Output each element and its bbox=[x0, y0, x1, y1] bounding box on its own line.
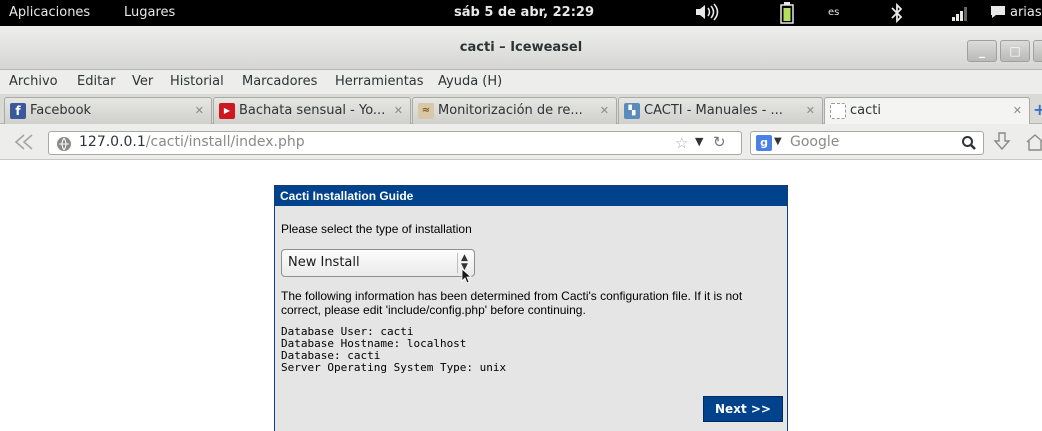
search-bar[interactable]: g ▼ Google bbox=[750, 131, 984, 155]
url-dropdown-icon[interactable]: ▼ bbox=[695, 135, 703, 148]
search-input[interactable]: Google bbox=[790, 134, 839, 150]
tab-close-icon[interactable]: ✕ bbox=[806, 104, 815, 117]
tab-facebook[interactable]: f Facebook ✕ bbox=[4, 97, 212, 124]
install-type-value: New Install bbox=[288, 255, 360, 270]
tab-bar: f Facebook ✕ ▶ Bachata sensual - Yo... ✕… bbox=[0, 94, 1042, 125]
menu-historial[interactable]: Historial bbox=[170, 74, 224, 89]
applications-menu[interactable]: Aplicaciones bbox=[9, 5, 90, 20]
chat-icon[interactable] bbox=[990, 5, 1006, 23]
close-button[interactable]: × bbox=[1033, 40, 1042, 62]
config-info-line-1: The following information has been deter… bbox=[281, 289, 743, 303]
engine-dropdown-icon[interactable]: ▼ bbox=[774, 136, 782, 147]
navigation-bar: 127.0.0.1/cacti/install/index.php ☆ ▼ ↻ … bbox=[0, 124, 1042, 160]
bluetooth-icon[interactable] bbox=[890, 2, 904, 28]
menu-ver[interactable]: Ver bbox=[132, 74, 153, 89]
maximize-button[interactable]: □ bbox=[1000, 40, 1030, 62]
cacti-favicon-icon: ▚ bbox=[624, 103, 640, 119]
network-icon[interactable] bbox=[952, 7, 968, 25]
tab-close-icon[interactable]: ✕ bbox=[195, 104, 204, 117]
tab-cacti-manuales[interactable]: ▚ CACTI - Manuales - ... ✕ bbox=[618, 97, 823, 124]
install-panel-header: Cacti Installation Guide bbox=[275, 186, 787, 206]
search-icon[interactable] bbox=[961, 135, 977, 155]
back-icon[interactable] bbox=[14, 133, 36, 155]
url-text[interactable]: 127.0.0.1/cacti/install/index.php bbox=[79, 134, 305, 150]
keyboard-layout[interactable]: es bbox=[828, 7, 839, 18]
tab-monitorizacion[interactable]: ≈ Monitorización de re... ✕ bbox=[412, 97, 617, 124]
menu-bar: Archivo Editar Ver Historial Marcadores … bbox=[0, 70, 1042, 94]
google-engine-icon[interactable]: g bbox=[756, 135, 772, 151]
window-title-bar[interactable]: cacti – Iceweasel _ □ × bbox=[0, 26, 1042, 70]
config-info-line-2: correct, please edit 'include/config.php… bbox=[281, 303, 586, 317]
install-prompt: Please select the type of installation bbox=[281, 222, 472, 236]
menu-editar[interactable]: Editar bbox=[77, 74, 116, 89]
clock[interactable]: sáb 5 de abr, 22:29 bbox=[454, 5, 594, 20]
install-type-select[interactable]: New Install ▲ ▼ bbox=[281, 249, 475, 277]
mouse-cursor-icon bbox=[461, 268, 473, 288]
site-identity-icon[interactable] bbox=[56, 136, 72, 156]
download-icon[interactable] bbox=[993, 132, 1011, 156]
new-tab-button[interactable]: + bbox=[1033, 100, 1042, 119]
url-bar[interactable]: 127.0.0.1/cacti/install/index.php ☆ ▼ ↻ bbox=[48, 131, 742, 155]
install-panel: Cacti Installation Guide Please select t… bbox=[274, 185, 788, 431]
facebook-icon: f bbox=[10, 103, 26, 119]
menu-marcadores[interactable]: Marcadores bbox=[242, 74, 317, 89]
system-top-bar: Aplicaciones Lugares sáb 5 de abr, 22:29… bbox=[0, 0, 1042, 26]
server-os-type: Server Operating System Type: unix bbox=[281, 361, 507, 374]
volume-icon[interactable] bbox=[694, 3, 720, 25]
home-icon[interactable] bbox=[1025, 132, 1042, 156]
menu-archivo[interactable]: Archivo bbox=[9, 74, 58, 89]
next-button[interactable]: Next >> bbox=[703, 396, 783, 422]
minimize-button[interactable]: _ bbox=[967, 40, 997, 62]
bookmark-star-icon[interactable]: ☆ bbox=[675, 134, 688, 152]
user-menu[interactable]: arias bbox=[1010, 5, 1042, 20]
window-title: cacti – Iceweasel bbox=[459, 40, 583, 55]
site-favicon-icon: ≈ bbox=[418, 103, 434, 119]
menu-ayuda[interactable]: Ayuda (H) bbox=[438, 74, 502, 89]
blank-page-icon bbox=[830, 103, 846, 119]
reload-icon[interactable]: ↻ bbox=[713, 133, 726, 151]
tab-close-icon[interactable]: ✕ bbox=[394, 104, 403, 117]
menu-herramientas[interactable]: Herramientas bbox=[335, 74, 424, 89]
tab-close-icon[interactable]: ✕ bbox=[600, 104, 609, 117]
youtube-icon: ▶ bbox=[219, 103, 235, 119]
tab-bachata[interactable]: ▶ Bachata sensual - Yo... ✕ bbox=[213, 97, 411, 124]
tab-close-icon[interactable]: ✕ bbox=[1013, 104, 1022, 117]
places-menu[interactable]: Lugares bbox=[124, 5, 175, 20]
tab-cacti[interactable]: cacti ✕ bbox=[824, 97, 1030, 125]
battery-icon[interactable] bbox=[780, 2, 794, 28]
